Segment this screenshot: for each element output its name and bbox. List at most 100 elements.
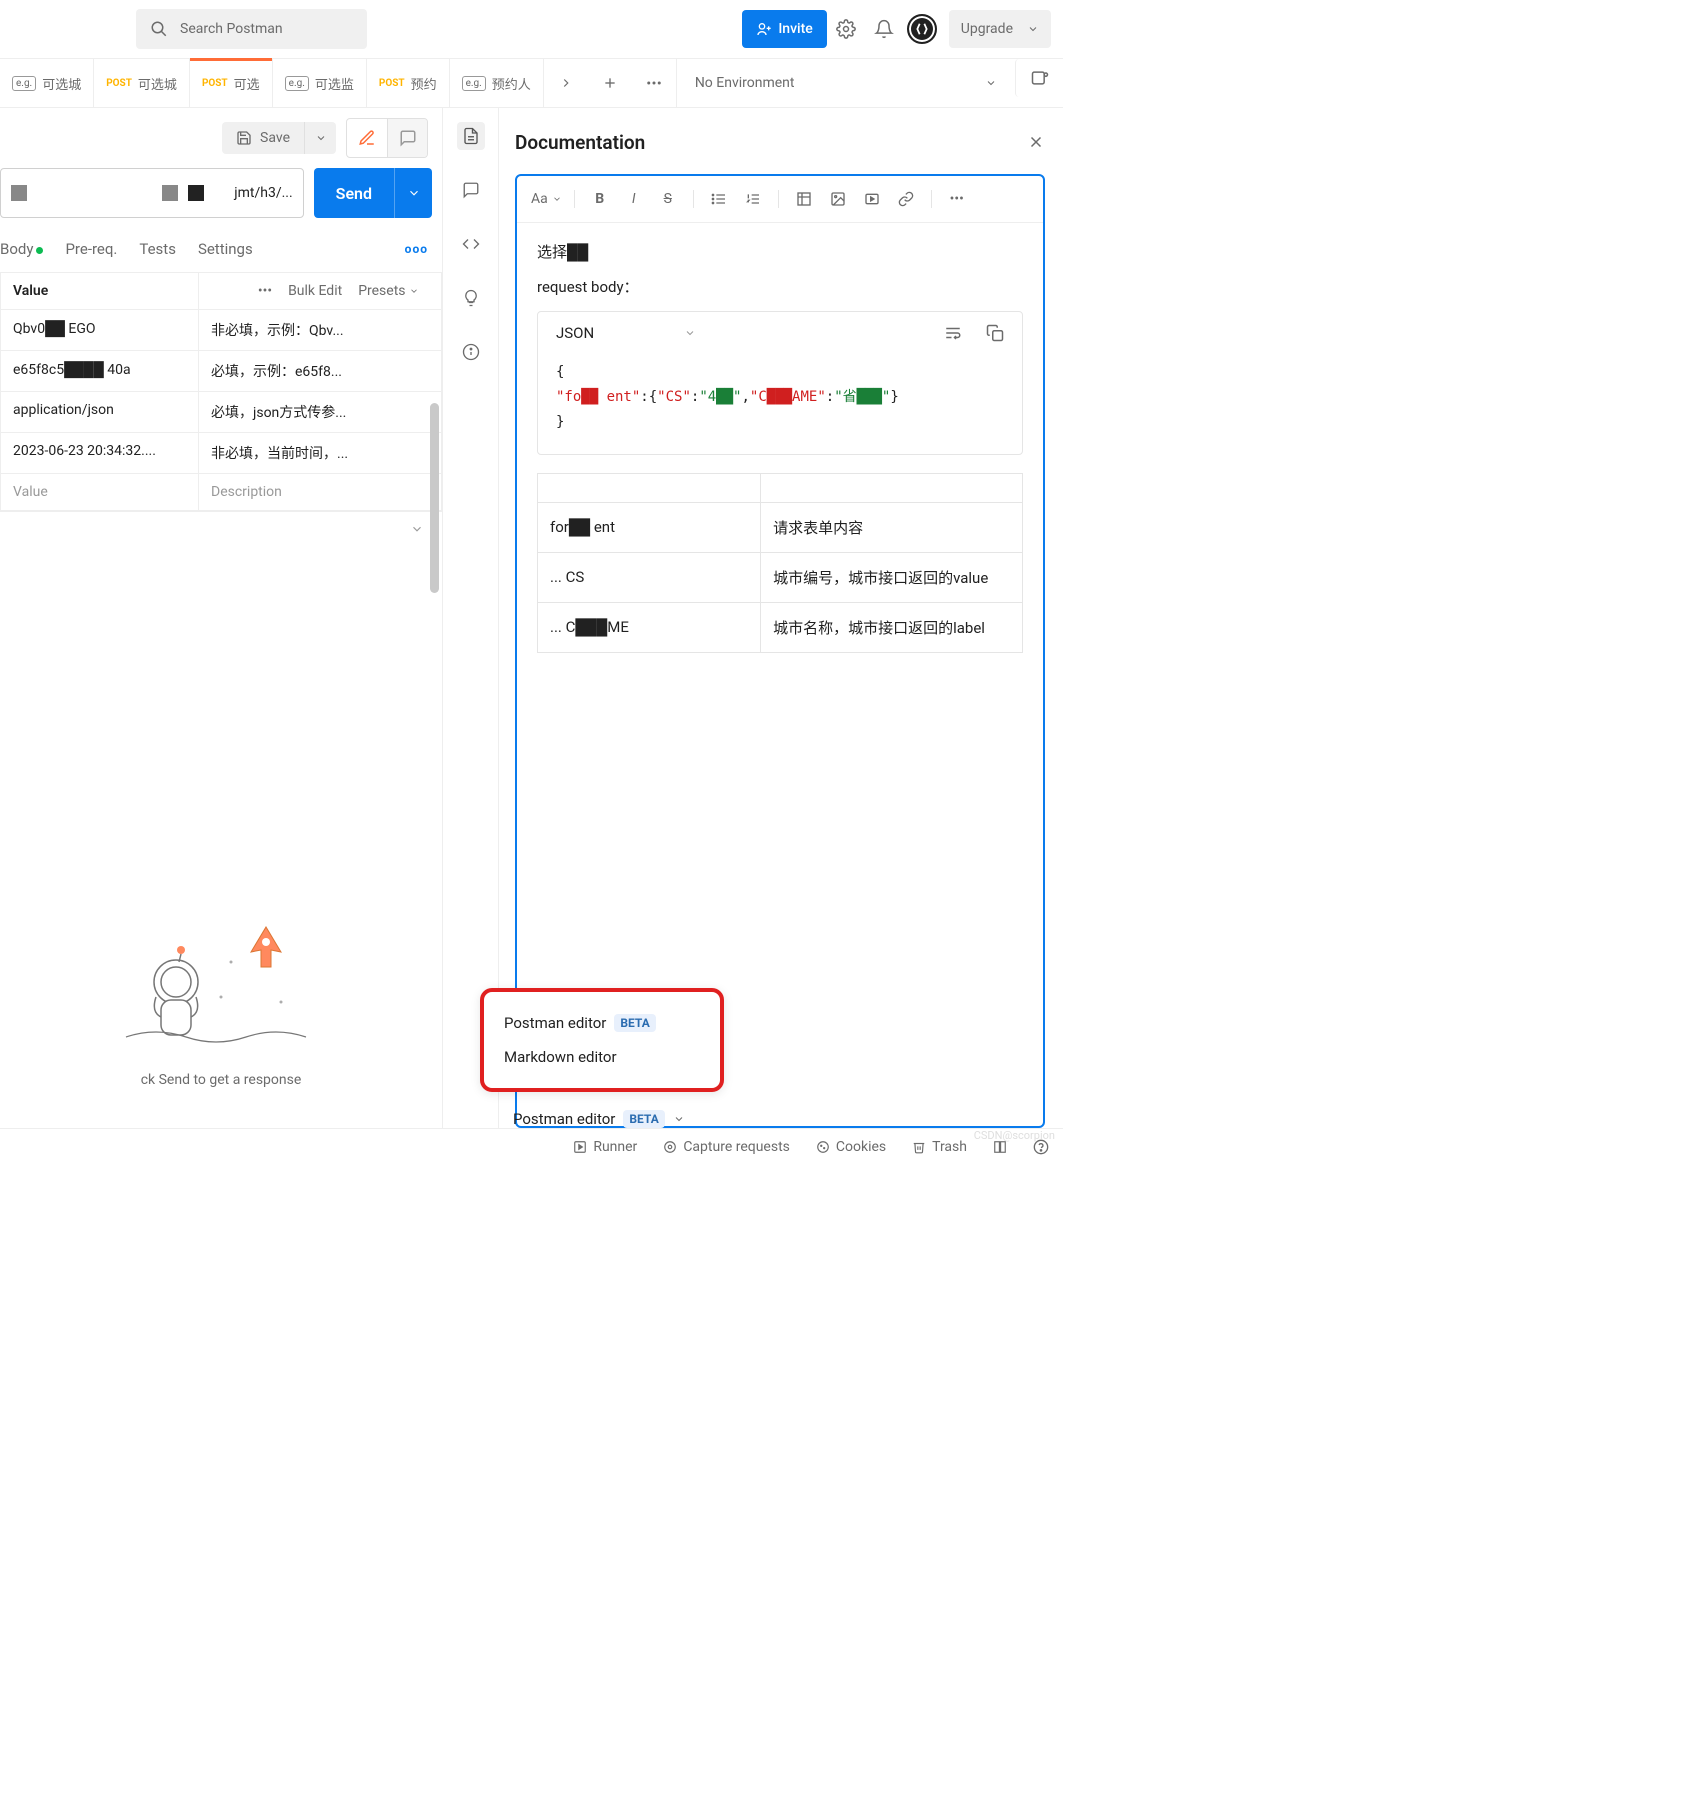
subtab-tests[interactable]: Tests [139, 240, 176, 258]
params-table: Value ••• Bulk Edit Presets Qbv0██ EGO非必… [0, 272, 442, 512]
table-row[interactable]: application/json必填，json方式传参... [1, 392, 441, 433]
new-tab-icon[interactable] [588, 64, 632, 102]
bell-icon[interactable] [865, 10, 903, 48]
table-row: ... C███ME城市名称，城市接口返回的label [538, 602, 1023, 652]
save-label: Save [260, 130, 290, 146]
presets-button[interactable]: Presets [358, 283, 419, 299]
table-row-empty[interactable]: ValueDescription [1, 474, 441, 511]
link-icon[interactable] [893, 186, 919, 212]
bottom-bar: Runner Capture requests Cookies Trash [0, 1128, 1063, 1164]
copy-icon[interactable] [986, 324, 1004, 342]
doc-text: 选择██ [537, 241, 1023, 262]
trash-button[interactable]: Trash [912, 1139, 967, 1155]
close-icon[interactable] [1027, 133, 1045, 151]
table-row[interactable]: Qbv0██ EGO非必填，示例：Qbv... [1, 310, 441, 351]
tab-2[interactable]: POST可选 [190, 59, 273, 107]
tab-1[interactable]: POST可选城 [94, 59, 190, 107]
chevron-down-icon [1027, 23, 1039, 35]
edit-icon[interactable] [347, 119, 387, 157]
text-style-dropdown[interactable]: Aa [531, 186, 562, 212]
wrap-icon[interactable] [944, 324, 962, 342]
code-lang[interactable]: JSON [556, 324, 594, 342]
tabs-next-icon[interactable] [544, 64, 588, 102]
environment-label: No Environment [695, 75, 795, 91]
number-list-icon[interactable] [740, 186, 766, 212]
subtabs-more-icon[interactable]: ooo [405, 242, 428, 256]
doc-editor[interactable]: Aa B I S ••• 选择██ request body： [515, 174, 1045, 1128]
code-icon[interactable] [457, 230, 485, 258]
url-text: jmt/h3/... [234, 185, 292, 201]
search-box[interactable]: Search Postman [136, 9, 367, 49]
capture-button[interactable]: Capture requests [663, 1139, 790, 1155]
table-row: for██ ent请求表单内容 [538, 502, 1023, 552]
request-panel: Save jmt/h3/... Send [0, 108, 443, 1128]
send-button[interactable]: Send [314, 168, 394, 218]
invite-button[interactable]: Invite [742, 10, 826, 48]
lightbulb-icon[interactable] [457, 284, 485, 312]
doc-table: for██ ent请求表单内容 ... CS城市编号，城市接口返回的value … [537, 473, 1023, 653]
subtab-body[interactable]: Body [0, 240, 43, 258]
tab-3[interactable]: e.g.可选监 [273, 59, 367, 107]
save-dropdown[interactable] [304, 122, 336, 154]
right-sidebar [443, 108, 499, 1128]
format-toolbar: Aa B I S ••• [517, 176, 1043, 223]
documentation-panel: Documentation Aa B I S ••• [499, 108, 1063, 1128]
bullet-list-icon[interactable] [706, 186, 732, 212]
top-bar: Search Postman Invite Upgrade [0, 0, 1063, 58]
strike-icon[interactable]: S [655, 186, 681, 212]
tab-5[interactable]: e.g.预约人 [450, 59, 544, 107]
response-empty-state: ck Send to get a response [0, 546, 442, 1128]
popup-postman-editor[interactable]: Postman editorBETA [504, 1006, 700, 1040]
editor-popup: Postman editorBETA Markdown editor [480, 988, 724, 1092]
save-icon [236, 130, 252, 146]
table-header-row [538, 473, 1023, 502]
bulk-edit-button[interactable]: Bulk Edit [288, 283, 342, 299]
environment-selector[interactable]: No Environment [676, 59, 1015, 107]
table-row[interactable]: 2023-06-23 20:34:32....非必填，当前时间，... [1, 433, 441, 474]
comments-icon[interactable] [457, 176, 485, 204]
scrollbar-thumb[interactable] [430, 403, 439, 593]
doc-icon[interactable] [457, 122, 485, 150]
astronaut-illustration [121, 902, 321, 1052]
upgrade-button[interactable]: Upgrade [949, 10, 1051, 48]
table-icon[interactable] [791, 186, 817, 212]
chevron-down-icon [673, 1113, 685, 1125]
popup-markdown-editor[interactable]: Markdown editor [504, 1040, 700, 1074]
header-value: Value [1, 273, 199, 309]
env-quicklook-icon[interactable] [1015, 59, 1063, 97]
comment-icon[interactable] [387, 119, 427, 157]
italic-icon[interactable]: I [621, 186, 647, 212]
tab-4[interactable]: POST预约 [367, 59, 450, 107]
url-input[interactable]: jmt/h3/... [0, 168, 304, 218]
table-row[interactable]: e65f8c5████ 40a必填，示例：e65f8... [1, 351, 441, 392]
search-placeholder: Search Postman [180, 21, 283, 37]
video-icon[interactable] [859, 186, 885, 212]
main-area: Save jmt/h3/... Send [0, 108, 1063, 1128]
header-more-icon[interactable]: ••• [258, 283, 272, 299]
avatar[interactable] [903, 10, 941, 48]
subtab-prereq[interactable]: Pre-req. [65, 240, 117, 258]
settings-icon[interactable] [827, 10, 865, 48]
chevron-down-icon [985, 77, 997, 89]
subtab-settings[interactable]: Settings [198, 240, 253, 258]
tab-0[interactable]: e.g.可选城 [0, 59, 94, 107]
upgrade-label: Upgrade [961, 21, 1013, 37]
bold-icon[interactable]: B [587, 186, 613, 212]
editor-dropdown[interactable]: Postman editor BETA [513, 1110, 685, 1128]
toolbar-more-icon[interactable]: ••• [944, 186, 970, 212]
table-row: ... CS城市编号，城市接口返回的value [538, 552, 1023, 602]
chevron-down-icon[interactable] [684, 327, 696, 339]
watermark: CSDN@scorpion [974, 1129, 1055, 1142]
info-icon[interactable] [457, 338, 485, 366]
code-block: JSON { "fo██ ent":{"CS":"4██","C███AME":… [537, 311, 1023, 455]
doc-text: request body： [537, 276, 1023, 297]
send-dropdown[interactable] [394, 168, 432, 218]
cookies-button[interactable]: Cookies [816, 1139, 886, 1155]
request-subtabs: Body Pre-req. Tests Settings ooo [0, 232, 442, 272]
image-icon[interactable] [825, 186, 851, 212]
empty-hint: ck Send to get a response [141, 1072, 302, 1088]
save-button[interactable]: Save [222, 122, 304, 154]
tabs-more-icon[interactable] [632, 64, 676, 102]
tabs-row: e.g.可选城 POST可选城 POST可选 e.g.可选监 POST预约 e.… [0, 58, 1063, 108]
runner-button[interactable]: Runner [573, 1139, 637, 1155]
